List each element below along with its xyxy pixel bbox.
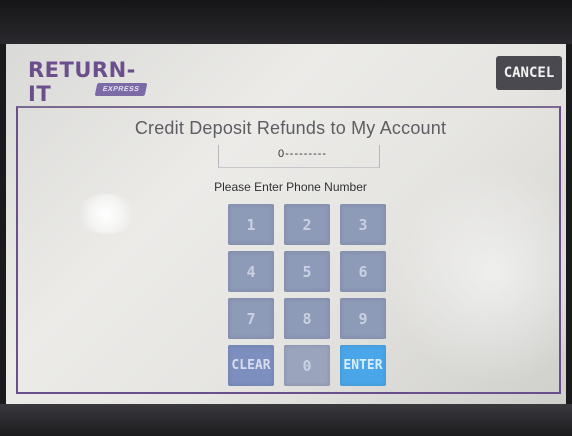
logo-text: RETURN-IT (28, 58, 136, 106)
enter-button[interactable]: ENTER (340, 345, 386, 386)
kiosk-screen: RETURN-IT EXPRESS CANCEL Credit Deposit … (6, 44, 566, 404)
clear-button[interactable]: CLEAR (228, 345, 274, 386)
device-bezel-bottom (0, 404, 572, 436)
key-8[interactable]: 8 (284, 298, 330, 339)
cancel-button[interactable]: CANCEL (496, 56, 562, 90)
key-7[interactable]: 7 (228, 298, 274, 339)
key-6[interactable]: 6 (340, 251, 386, 292)
key-0[interactable]: 0 (284, 345, 330, 386)
phone-number-value: 0--------- (278, 148, 328, 160)
key-3[interactable]: 3 (340, 204, 386, 245)
page-title: Credit Deposit Refunds to My Account (134, 118, 447, 138)
main-panel: Credit Deposit Refunds to My Account 0--… (16, 106, 561, 394)
logo-badge: EXPRESS (94, 83, 148, 96)
numeric-keypad: 1 2 3 4 5 6 7 8 9 CLEAR 0 ENTER (228, 204, 388, 386)
phone-prompt: Please Enter Phone Number (214, 180, 367, 194)
return-it-logo: RETURN-IT EXPRESS (28, 58, 158, 106)
key-5[interactable]: 5 (284, 251, 330, 292)
key-2[interactable]: 2 (284, 204, 330, 245)
device-bezel-top (0, 0, 572, 44)
key-9[interactable]: 9 (340, 298, 386, 339)
key-1[interactable]: 1 (228, 204, 274, 245)
key-4[interactable]: 4 (228, 251, 274, 292)
